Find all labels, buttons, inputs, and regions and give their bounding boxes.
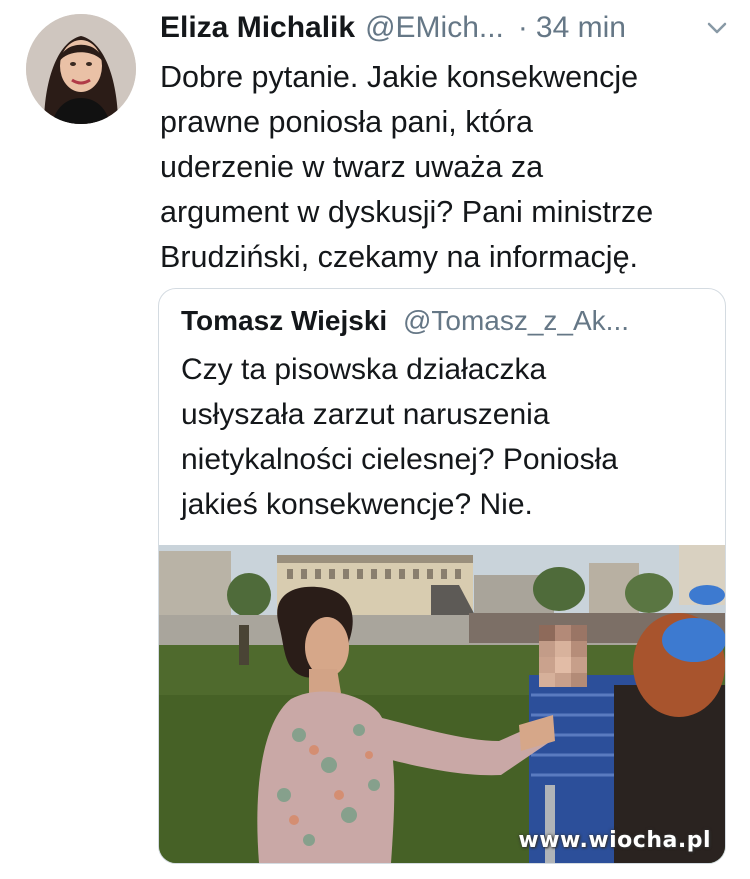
tweet-text-line: Brudziński, czekamy na informację.	[160, 240, 639, 274]
quoted-author-name: Tomasz Wiejski	[181, 305, 388, 336]
quoted-header: Tomasz Wiejski @Tomasz_z_Ak...	[181, 305, 629, 337]
tweet-text-line: argument w dyskusji? Pani ministrze	[160, 195, 654, 229]
tweet-text-line: Dobre pytanie. Jakie konsekwencje	[160, 60, 639, 94]
tweet-header: Eliza Michalik @EMich... · 34 min	[160, 8, 740, 48]
quoted-author-handle: @Tomasz_z_Ak...	[402, 305, 630, 336]
tweet-timestamp[interactable]: 34 min	[536, 11, 626, 45]
tweet-separator: ·	[517, 11, 528, 44]
tweet-text: Dobre pytanie. Jakie konsekwencje prawne…	[160, 55, 730, 280]
author-name[interactable]: Eliza Michalik	[160, 11, 355, 45]
author-handle[interactable]: @EMich...	[365, 11, 504, 45]
tweet: Eliza Michalik @EMich... · 34 min Dobre …	[0, 0, 750, 879]
quoted-text-line: usłyszała zarzut naruszenia	[181, 398, 550, 431]
quoted-text-line: jakieś konsekwencje? Nie.	[181, 488, 533, 521]
watermark-logo: www.wiocha.pl	[518, 828, 711, 853]
quoted-text: Czy ta pisowska działaczka usłyszała zar…	[181, 347, 701, 527]
quoted-text-line: Czy ta pisowska działaczka	[181, 353, 547, 386]
author-avatar[interactable]	[26, 14, 136, 124]
quoted-tweet[interactable]: Tomasz Wiejski @Tomasz_z_Ak... Czy ta pi…	[158, 288, 726, 864]
chevron-down-icon[interactable]	[706, 20, 728, 36]
quoted-text-line: nietykalności cielesnej? Poniosła	[181, 443, 618, 476]
tweet-text-line: uderzenie w twarz uważa za	[160, 150, 544, 184]
quoted-media-photo[interactable]: www.wiocha.pl	[159, 545, 725, 863]
tweet-text-line: prawne poniosła pani, która	[160, 105, 534, 139]
